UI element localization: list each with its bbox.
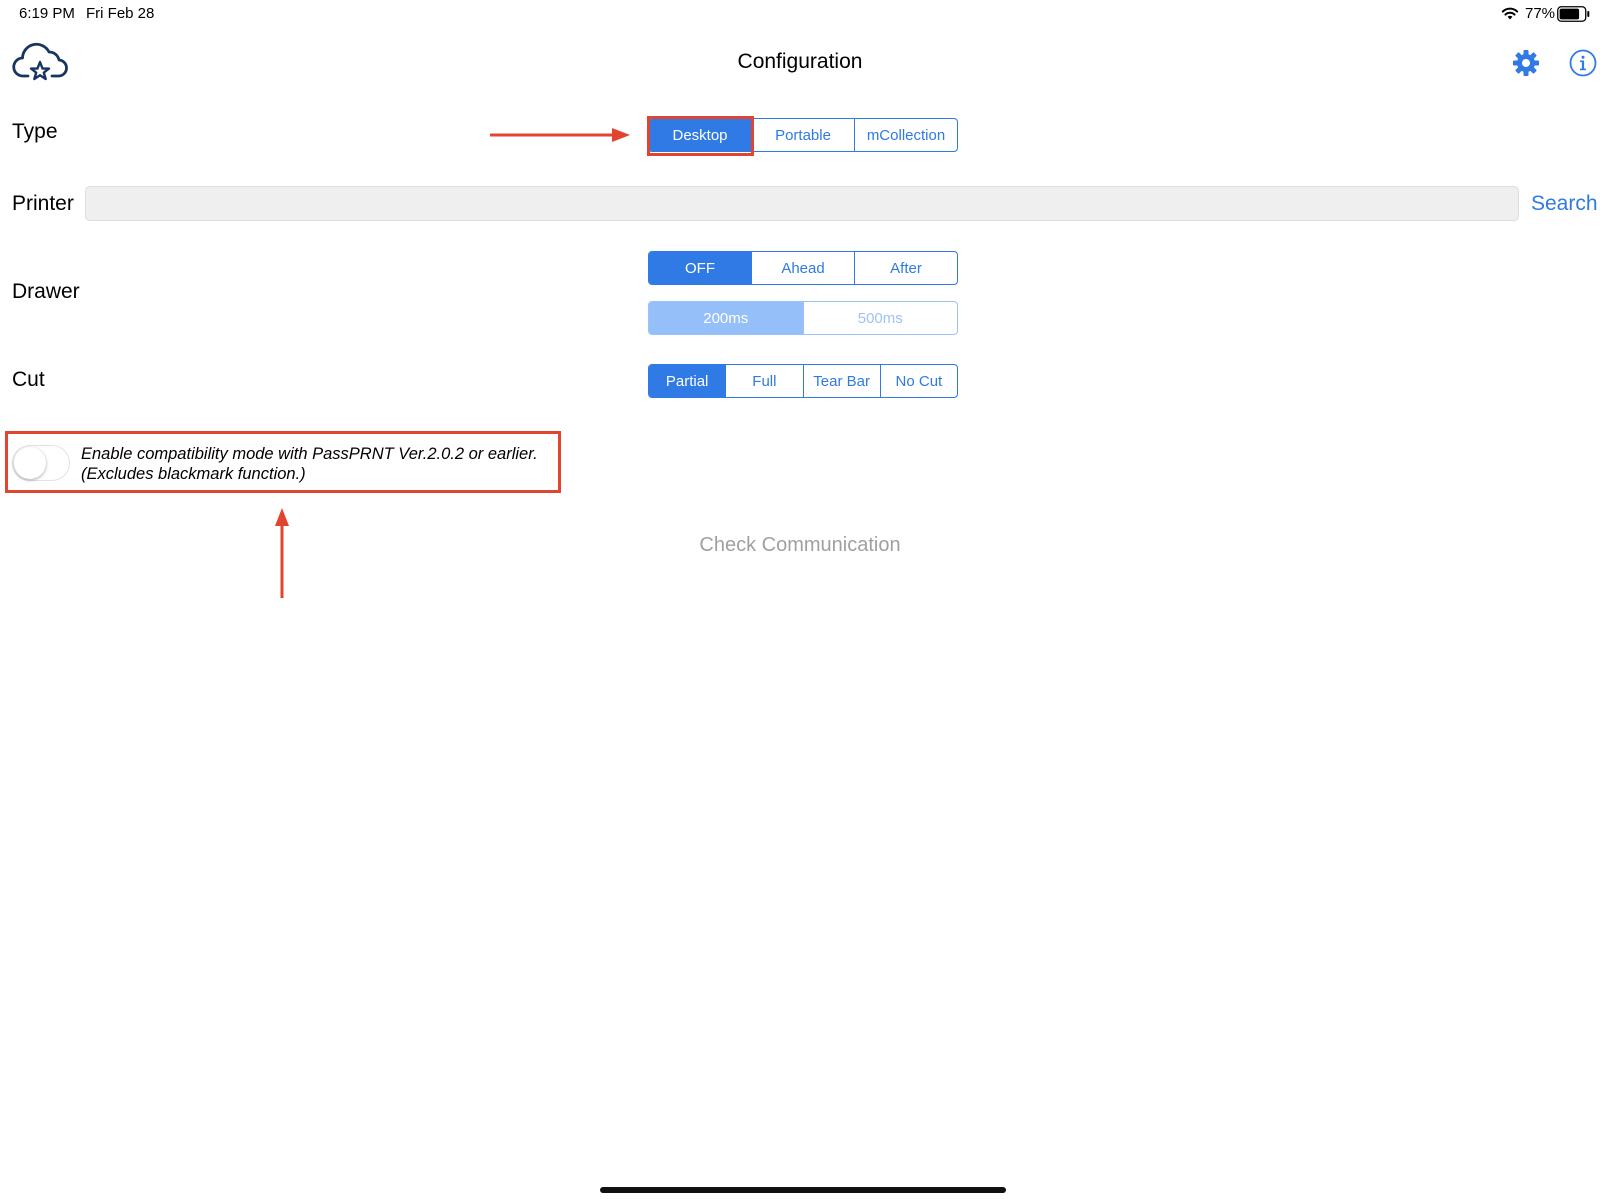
home-indicator[interactable] [600, 1187, 1006, 1193]
battery-icon [1557, 6, 1590, 22]
battery-percent: 77% [1525, 5, 1556, 22]
delay-500ms-segment: 500ms [802, 302, 958, 334]
cut-partial-segment[interactable]: Partial [649, 365, 726, 397]
drawer-after-segment[interactable]: After [854, 252, 957, 284]
annotation-highlight-desktop [647, 116, 754, 156]
cut-segmented-control: Partial Full Tear Bar No Cut [648, 364, 958, 398]
annotation-arrows [275, 128, 630, 598]
annotation-arrow-right-head [612, 128, 630, 142]
type-portable-segment[interactable]: Portable [751, 119, 854, 151]
annotation-arrow-up-head [275, 508, 289, 526]
status-time: 6:19 PM [19, 5, 75, 22]
annotation-highlight-compat [5, 431, 561, 493]
cut-no-cut-segment[interactable]: No Cut [879, 365, 957, 397]
drawer-label: Drawer [12, 280, 80, 303]
cut-tear-bar-segment[interactable]: Tear Bar [802, 365, 880, 397]
delay-200ms-segment: 200ms [649, 302, 803, 334]
cut-full-segment[interactable]: Full [725, 365, 802, 397]
gear-icon[interactable] [1512, 49, 1540, 77]
status-date: Fri Feb 28 [86, 5, 155, 22]
type-label: Type [12, 120, 58, 143]
drawer-delay-segmented-control: 200ms 500ms [648, 301, 958, 335]
wifi-icon [1501, 7, 1519, 20]
drawer-ahead-segment[interactable]: Ahead [751, 252, 854, 284]
page-title: Configuration [737, 50, 863, 73]
printer-label: Printer [12, 192, 74, 215]
type-mcollection-segment[interactable]: mCollection [854, 119, 957, 151]
info-icon[interactable] [1569, 49, 1597, 77]
printer-input[interactable] [85, 186, 1519, 221]
drawer-off-segment[interactable]: OFF [649, 252, 751, 284]
check-communication-button[interactable]: Check Communication [0, 534, 1600, 557]
search-button[interactable]: Search [1531, 192, 1598, 216]
cut-label: Cut [12, 368, 45, 391]
drawer-segmented-control: OFF Ahead After [648, 251, 958, 285]
